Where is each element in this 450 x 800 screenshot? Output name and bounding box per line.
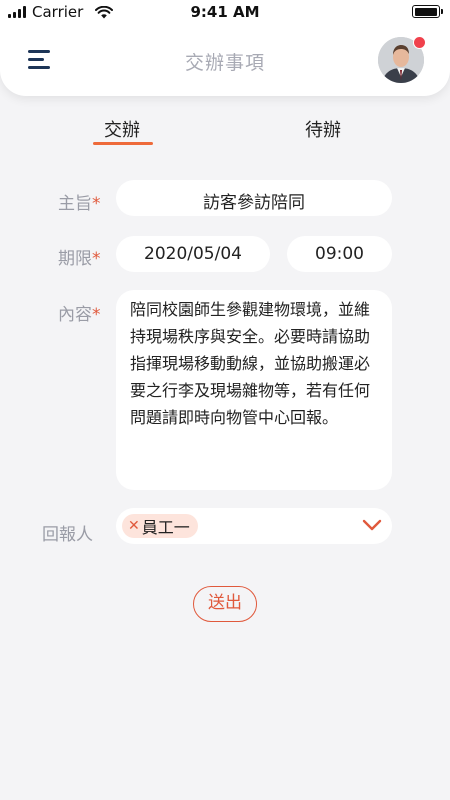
required-mark: * bbox=[92, 305, 101, 325]
subject-value: 訪客參訪陪同 bbox=[203, 193, 305, 213]
subject-label-text: 主旨 bbox=[58, 194, 92, 214]
required-mark: * bbox=[92, 194, 101, 214]
reporter-select[interactable]: ✕ 員工一 bbox=[116, 508, 392, 544]
deadline-label: 期限* bbox=[58, 244, 101, 269]
content-label-text: 內容 bbox=[58, 305, 92, 325]
remove-chip-icon[interactable]: ✕ bbox=[128, 518, 140, 534]
deadline-label-text: 期限 bbox=[58, 249, 92, 269]
reporter-label: 回報人 bbox=[42, 525, 93, 545]
battery-icon bbox=[412, 5, 443, 18]
notification-badge bbox=[413, 36, 426, 49]
content-textarea[interactable]: 陪同校園師生參觀建物環境，並維持現場秩序與安全。必要時請協助指揮現場移動動線，並… bbox=[116, 290, 392, 490]
status-bar: Carrier 9:41 AM bbox=[0, 0, 450, 26]
deadline-time-field[interactable]: 09:00 bbox=[287, 236, 392, 272]
reporter-chip: ✕ 員工一 bbox=[122, 514, 198, 538]
deadline-date-value: 2020/05/04 bbox=[144, 244, 242, 264]
content-value: 陪同校園師生參觀建物環境，並維持現場秩序與安全。必要時請協助指揮現場移動動線，並… bbox=[130, 300, 371, 427]
tab-assigned[interactable]: 交辦 bbox=[104, 116, 140, 142]
deadline-date-field[interactable]: 2020/05/04 bbox=[116, 236, 270, 272]
tab-bar: 交辦 待辦 bbox=[0, 112, 450, 152]
required-mark: * bbox=[92, 249, 101, 269]
subject-field[interactable]: 訪客參訪陪同 bbox=[116, 180, 392, 216]
subject-label: 主旨* bbox=[58, 189, 101, 214]
battery-fill bbox=[414, 7, 437, 16]
app-header: Carrier 9:41 AM 交辦事項 bbox=[0, 0, 450, 96]
submit-button[interactable]: 送出 bbox=[193, 586, 257, 622]
reporter-chip-label: 員工一 bbox=[141, 518, 190, 537]
tab-active-indicator bbox=[93, 142, 153, 145]
chevron-down-icon[interactable] bbox=[362, 518, 382, 532]
tab-todo[interactable]: 待辦 bbox=[305, 116, 341, 142]
status-time: 9:41 AM bbox=[190, 3, 260, 21]
deadline-time-value: 09:00 bbox=[315, 244, 364, 264]
content-label: 內容* bbox=[58, 300, 101, 325]
